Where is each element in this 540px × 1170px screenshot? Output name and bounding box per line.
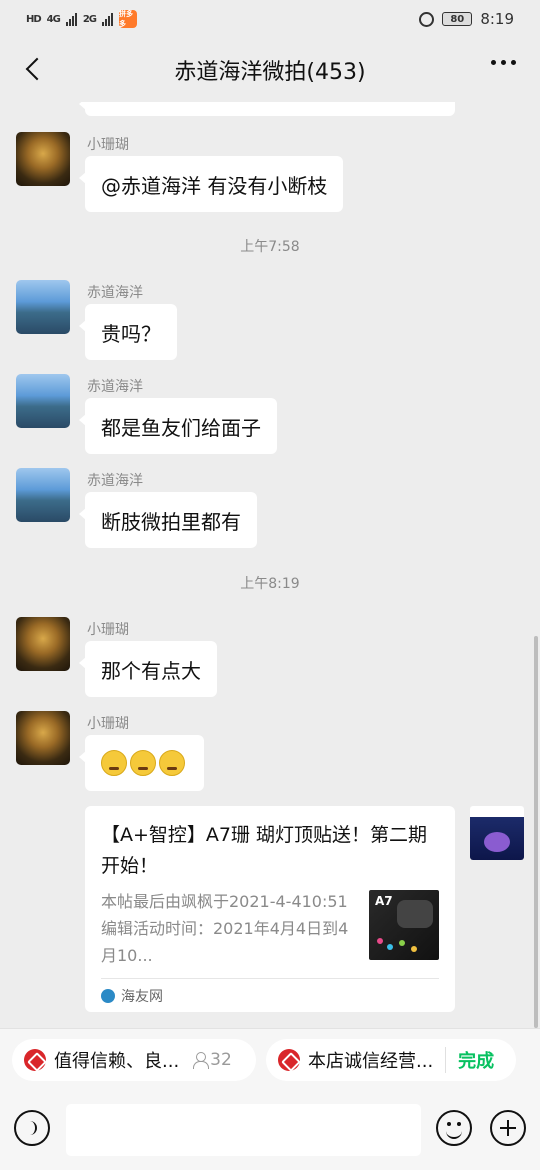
- chip-label: 值得信赖、良...: [54, 1051, 180, 1072]
- crying-emoji-icon: [101, 750, 127, 776]
- hd-label: HD: [26, 13, 42, 25]
- voice-icon: [27, 1121, 37, 1135]
- message-bubble[interactable]: 贵吗？: [79, 304, 177, 360]
- shop-icon: [24, 1049, 46, 1071]
- side-preview-thumbnail[interactable]: [470, 806, 524, 860]
- thumb-dot: [387, 944, 393, 950]
- avatar[interactable]: [16, 711, 70, 765]
- more-options-button[interactable]: [491, 60, 516, 65]
- signal-icon: [65, 12, 77, 26]
- sender-name: 小珊瑚: [87, 716, 129, 732]
- network-4g-label: 4G: [46, 13, 61, 25]
- quick-reply-bar: 值得信赖、良... 32 本店诚信经营... 完成: [0, 1028, 540, 1094]
- sender-name: 小珊瑚: [87, 137, 129, 153]
- status-right: 80 8:19: [419, 10, 514, 28]
- chevron-left-icon: [25, 57, 49, 81]
- message-bubble[interactable]: 都是鱼友们给面子: [79, 398, 277, 454]
- voice-input-button[interactable]: [14, 1110, 50, 1146]
- chip-count: 32: [193, 1050, 232, 1070]
- chat-header: 赤道海洋微拍(453): [0, 38, 540, 102]
- sender-name: 小珊瑚: [87, 622, 129, 638]
- device-image: [397, 900, 433, 928]
- status-time: 8:19: [480, 10, 514, 28]
- chat-area[interactable]: 小珊瑚 @赤道海洋 有没有小断枝 上午7:58 赤道海洋 贵吗？ 赤道海洋 都是…: [0, 102, 540, 1028]
- app-notification-badge: 拼多多: [119, 10, 138, 28]
- avatar[interactable]: [16, 468, 70, 522]
- avatar[interactable]: [16, 374, 70, 428]
- network-2g-label: 2G: [82, 13, 97, 25]
- avatar[interactable]: [16, 280, 70, 334]
- done-button[interactable]: 完成: [445, 1047, 494, 1073]
- input-bar: [0, 1094, 540, 1170]
- card-divider: [101, 978, 439, 979]
- thumb-label: A7: [375, 894, 393, 908]
- thumb-dot: [411, 946, 417, 952]
- time-divider: 上午7:58: [240, 239, 300, 255]
- link-card[interactable]: 【A+智控】A7珊 瑚灯顶贴送！第二期开始！ 本帖最后由飒枫于2021-4-41…: [85, 806, 455, 1012]
- crying-emoji-icon: [159, 750, 185, 776]
- shop-icon: [278, 1049, 300, 1071]
- back-button[interactable]: [16, 52, 50, 86]
- time-divider: 上午8:19: [240, 576, 300, 592]
- quick-reply-chip[interactable]: 值得信赖、良... 32: [12, 1039, 256, 1081]
- alarm-icon: [419, 11, 435, 27]
- more-functions-button[interactable]: [490, 1110, 526, 1146]
- message-bubble[interactable]: @赤道海洋 有没有小断枝: [78, 156, 344, 212]
- source-logo-icon: [101, 989, 115, 1003]
- avatar[interactable]: [16, 617, 70, 671]
- quick-reply-chip[interactable]: 本店诚信经营... 完成: [266, 1039, 516, 1081]
- crying-emoji-icon: [130, 750, 156, 776]
- sender-name: 赤道海洋: [87, 473, 143, 489]
- chip-label: 本店诚信经营...: [308, 1051, 434, 1072]
- card-description: 本帖最后由飒枫于2021-4-410:51编辑活动时间：2021年4月4日到4月…: [101, 892, 349, 965]
- sender-name: 赤道海洋: [87, 285, 143, 301]
- status-bar: HD 4G 2G 拼多多 80 8:19: [0, 0, 540, 38]
- scrollbar[interactable]: [534, 636, 538, 1028]
- person-icon: [193, 1052, 210, 1069]
- source-name: 海友网: [121, 989, 163, 1005]
- chip-count-value: 32: [210, 1050, 232, 1070]
- card-thumbnail: A7: [369, 890, 439, 960]
- emoji-bubble[interactable]: [79, 735, 204, 791]
- message-bubble-partial[interactable]: [79, 102, 455, 116]
- message-bubble[interactable]: 那个有点大: [79, 641, 217, 697]
- chat-title: 赤道海洋微拍(453): [174, 60, 366, 85]
- avatar[interactable]: [16, 132, 70, 186]
- sender-name: 赤道海洋: [87, 379, 143, 395]
- battery-icon: 80: [442, 12, 473, 26]
- card-title: 【A+智控】A7珊 瑚灯顶贴送！第二期开始！: [101, 824, 428, 877]
- message-bubble[interactable]: 断肢微拍里都有: [79, 492, 257, 548]
- signal-icon-2: [102, 12, 114, 26]
- thumb-dot: [399, 940, 405, 946]
- thumb-dot: [377, 938, 383, 944]
- message-input[interactable]: [66, 1104, 421, 1156]
- card-source: 海友网: [101, 986, 163, 1006]
- status-left: HD 4G 2G 拼多多: [26, 10, 138, 28]
- emoji-button[interactable]: [436, 1110, 472, 1146]
